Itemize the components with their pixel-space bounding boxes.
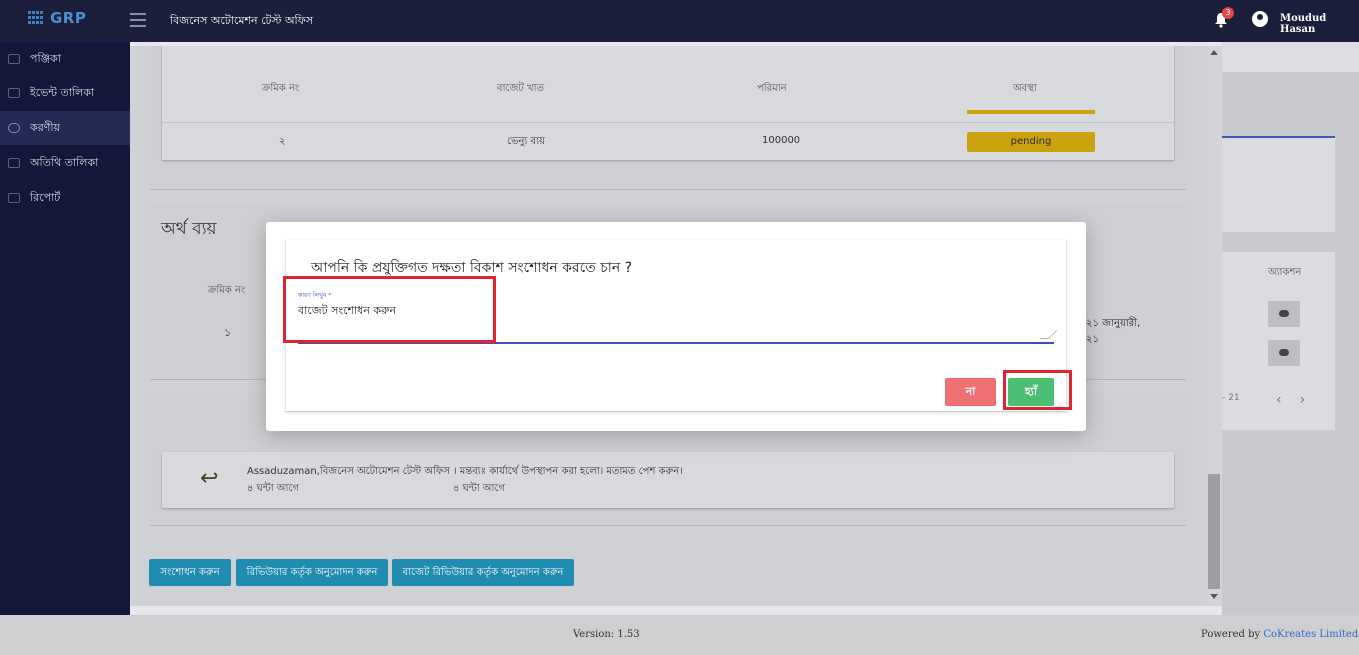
sidebar-item-guest-list[interactable]: অতিথি তালিকা (0, 146, 130, 180)
status-column-marker (967, 110, 1095, 114)
sidebar-item-label: ইভেন্ট তালিকা (30, 85, 95, 99)
sidebar-item-event-list[interactable]: ইভেন্ট তালিকা (0, 76, 130, 110)
note-text: Assaduzaman,বিজনেস অটোমেশন টেস্ট অফিস । … (247, 466, 683, 477)
table-header-amount: পরিমান (757, 83, 787, 94)
background-card (1222, 136, 1335, 232)
reply-icon: ↩ (200, 466, 219, 491)
table-row-budget-head: ভেন্যু ব্যয় (507, 136, 545, 147)
menu-toggle-icon[interactable] (130, 13, 146, 27)
edit-button[interactable]: সংশোধন করুন (149, 559, 231, 586)
list-icon (8, 88, 20, 98)
check-circle-icon (8, 123, 20, 133)
expense-table-header-serial: ক্রমিক নং (208, 285, 246, 296)
sidebar-item-todo[interactable]: করণীয় (0, 111, 130, 145)
sidebar-item-label: অতিথি তালিকা (30, 155, 99, 169)
sidebar-item-label: রিপোর্ট (30, 190, 61, 204)
table-row-amount: 100000 (762, 135, 801, 146)
scroll-down-icon[interactable] (1210, 594, 1218, 599)
footer (0, 615, 1359, 655)
scrollbar-thumb[interactable] (1208, 474, 1220, 589)
expense-date-line: ২১ জানুয়ারী, (1086, 318, 1141, 329)
table-header-budget-head: বাজেট খাত (497, 83, 545, 94)
user-avatar-icon[interactable] (1252, 11, 1268, 27)
note-time: ৪ ঘন্টা আগে (247, 483, 300, 494)
powered-by: Powered by CoKreates Limited (1201, 629, 1358, 640)
pager-chevrons-icon[interactable]: ‹› (1276, 392, 1323, 408)
user-name[interactable]: Moudud Hasan (1280, 13, 1359, 35)
table-header-serial: ক্রমিক নং (262, 83, 300, 94)
view-eye-icon[interactable] (1268, 301, 1300, 327)
expense-table-row-serial: ১ (224, 326, 232, 339)
cokreates-link[interactable]: CoKreates Limited (1263, 629, 1358, 640)
table-header-status: অবস্থা (1013, 83, 1037, 94)
expense-section-title: অর্থ ব্যয় (161, 219, 217, 239)
highlight-box (283, 276, 496, 343)
logo-mark-icon (28, 11, 46, 25)
pager-range: - 21 (1222, 393, 1240, 403)
sidebar-item-calendar[interactable]: পঞ্জিকা (0, 42, 130, 76)
status-badge: pending (967, 132, 1095, 152)
notification-count-badge: 3 (1222, 7, 1234, 19)
row-divider (162, 122, 1174, 123)
no-button[interactable]: না (945, 378, 996, 406)
calendar-icon (8, 54, 20, 64)
powered-by-text: Powered by (1201, 629, 1261, 640)
print-icon (8, 193, 20, 203)
sidebar-item-label: করণীয় (30, 120, 61, 134)
expense-date: ২১ জানুয়ারী, ২১ (1086, 316, 1140, 348)
grp-logo[interactable]: GRP (28, 9, 86, 27)
page-background-strip (1222, 42, 1359, 72)
table-row-serial: ২ (279, 136, 286, 147)
scroll-up-icon[interactable] (1210, 50, 1218, 55)
expense-date-line: ২১ (1086, 334, 1099, 345)
sidebar-item-label: পঞ্জিকা (30, 51, 61, 65)
list-icon (8, 158, 20, 168)
view-eye-icon[interactable] (1268, 340, 1300, 366)
version-text: Version: 1.53 (573, 629, 640, 640)
budget-reviewer-approve-button[interactable]: বাজেট রিভিউয়ার কর্তৃক অনুমোদন করুন (392, 559, 574, 586)
reviewer-approve-button[interactable]: রিভিউয়ার কর্তৃক অনুমোদন করুন (236, 559, 388, 586)
note-time: ৪ ঘন্টা আগে (453, 483, 506, 494)
highlight-box (1003, 370, 1072, 410)
action-column-header: অ্যাকশন (1268, 267, 1302, 278)
logo-text: GRP (50, 9, 87, 27)
sidebar-item-report[interactable]: রিপোর্ট (0, 181, 130, 215)
office-title: বিজনেস অটোমেশন টেস্ট অফিস (170, 14, 314, 27)
